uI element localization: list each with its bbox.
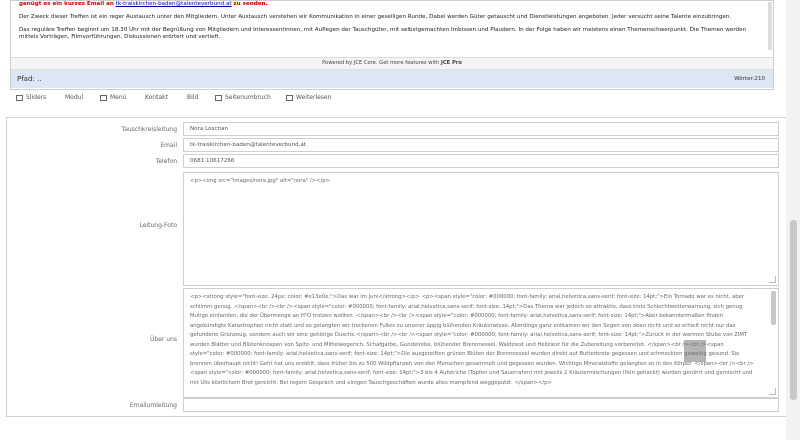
emailumleitung-label: Emailumleitung xyxy=(129,402,177,409)
tauschkreisleitung-label: Tauschkreisleitung xyxy=(121,126,177,133)
word-count: Wörter:210 xyxy=(734,76,765,82)
bild-button[interactable]: Bild xyxy=(187,93,198,103)
editor-content-area[interactable]: genügt es ein kurzes Email an tk-traiski… xyxy=(11,1,773,53)
warning-suffix: zu senden. xyxy=(233,1,268,7)
jce-editor: genügt es ein kurzes Email an tk-traiski… xyxy=(10,0,774,90)
weiterlesen-label: Weiterlesen xyxy=(296,94,332,101)
readmore-icon xyxy=(286,94,293,101)
contact-form-panel: Tauschkreisleitung Nora Loschan Email tk… xyxy=(6,117,792,417)
telefon-input[interactable]: 0681 10617266 xyxy=(183,154,779,168)
menu-icon xyxy=(100,94,107,101)
powered-by-text: Powered by JCE Core. Get more features w… xyxy=(322,60,440,66)
editor-path-bar: Pfad: .. Wörter:210 xyxy=(11,70,773,88)
sliders-label: Sliders xyxy=(26,94,47,101)
hover-overlay xyxy=(684,340,706,362)
ueber-uns-label: Über uns xyxy=(150,336,177,343)
weiterlesen-button[interactable]: Weiterlesen xyxy=(286,93,331,103)
image-icon xyxy=(16,94,23,101)
menu-label: Menü xyxy=(110,94,127,101)
kontakt-label: Kontakt xyxy=(145,94,168,101)
pagebreak-icon xyxy=(215,94,222,101)
menu-button[interactable]: Menü xyxy=(100,93,126,103)
editor-extra-buttons: Sliders Modul Menü Kontakt Bild Seitenum… xyxy=(10,88,772,110)
tauschkreisleitung-input[interactable]: Nora Loschan xyxy=(183,122,779,136)
resize-grip[interactable] xyxy=(769,388,776,395)
page-scrollbar-thumb[interactable] xyxy=(790,220,797,400)
warning-email-link[interactable]: tk-traiskirchen-baden@talenteverbund.at xyxy=(116,1,232,7)
page-scrollbar[interactable] xyxy=(786,0,800,440)
editor-warning-line: genügt es ein kurzes Email an tk-traiski… xyxy=(19,1,765,8)
kontakt-button[interactable]: Kontakt xyxy=(145,93,168,103)
leitung-foto-textarea[interactable]: <p><img src="images/nora.jpg" alt="nora"… xyxy=(183,172,779,286)
jce-pro-link[interactable]: JCE Pro xyxy=(441,60,462,66)
emailumleitung-input[interactable] xyxy=(183,398,779,412)
resize-grip[interactable] xyxy=(769,276,776,283)
ueber-uns-scrollbar[interactable] xyxy=(771,291,776,325)
modul-label: Modul xyxy=(65,94,84,101)
email-input[interactable]: tk-traiskirchen-baden@talenteverbund.at xyxy=(183,138,779,152)
telefon-label: Telefon xyxy=(155,158,177,165)
email-label: Email xyxy=(160,142,177,149)
powered-by-bar: Powered by JCE Core. Get more features w… xyxy=(11,57,773,70)
leitung-foto-value: <p><img src="images/nora.jpg" alt="nora"… xyxy=(190,178,331,184)
editor-scrollbar[interactable] xyxy=(768,2,772,50)
warning-prefix: genügt es ein kurzes Email an xyxy=(19,1,114,7)
seitenumbruch-label: Seitenumbruch xyxy=(225,94,271,101)
editor-paragraph-2: Das reguläre Treffen beginnt um 18.30 Uh… xyxy=(19,27,747,40)
leitung-foto-label: Leitung-Foto xyxy=(139,222,177,229)
bild-label: Bild xyxy=(187,94,199,101)
modul-button[interactable]: Modul xyxy=(65,93,83,103)
sliders-button[interactable]: Sliders xyxy=(16,93,46,103)
seitenumbruch-button[interactable]: Seitenumbruch xyxy=(215,93,271,103)
editor-paragraph-1: Der Zweck dieser Treffen ist ein reger A… xyxy=(19,14,732,20)
path-label: Pfad: .. xyxy=(17,75,42,83)
ueber-uns-value: <p><strong style="font-size: 24px; color… xyxy=(190,294,754,386)
